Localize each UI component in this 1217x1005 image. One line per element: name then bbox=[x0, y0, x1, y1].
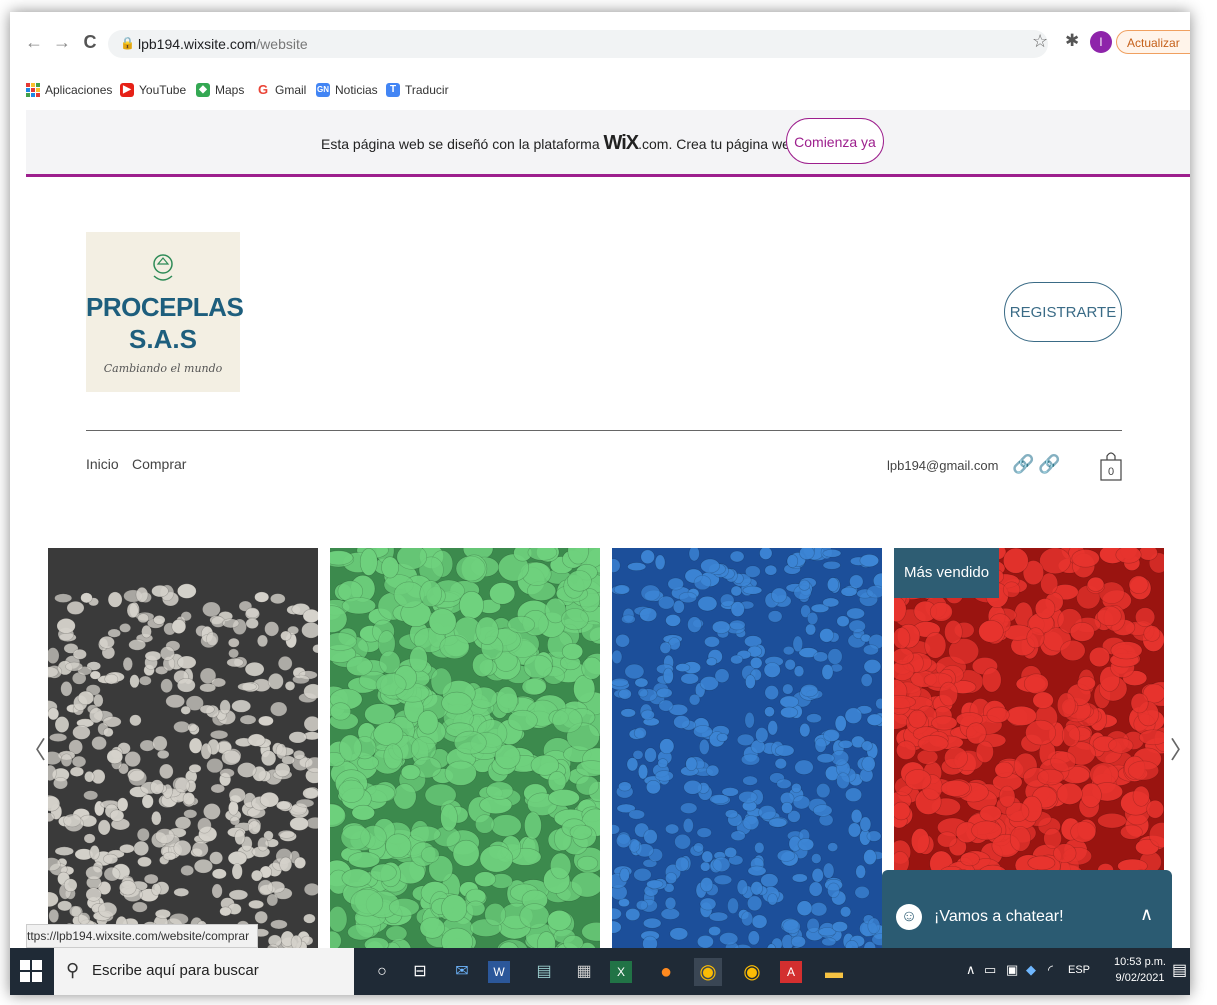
chevron-up-icon[interactable]: ∧ bbox=[1140, 904, 1153, 925]
bookmark-traducir[interactable]: T Traducir bbox=[386, 80, 449, 100]
maps-pin-icon: ◆ bbox=[196, 83, 210, 97]
forward-icon[interactable]: → bbox=[52, 32, 72, 52]
wix-logo: WiX bbox=[603, 132, 640, 154]
bookmark-label: YouTube bbox=[139, 83, 187, 97]
wix-banner: Esta página web se diseñó con la platafo… bbox=[26, 110, 1190, 177]
product-image-green-pellets bbox=[330, 548, 600, 958]
chat-widget[interactable]: ☺ ¡Vamos a chatear! ∧ bbox=[882, 870, 1172, 956]
google-g-icon: G bbox=[256, 82, 270, 97]
url-text: lpb194.wixsite.com/website bbox=[138, 36, 308, 52]
search-placeholder: Escribe aquí para buscar bbox=[92, 962, 259, 979]
browser-toolbar: ← → C 🔒 lpb194.wixsite.com/website ☆ ✱ l… bbox=[10, 12, 1190, 74]
bookmark-noticias[interactable]: GN Noticias bbox=[316, 80, 378, 100]
chat-label: ¡Vamos a chatear! bbox=[934, 908, 1064, 925]
bookmark-star-icon[interactable]: ☆ bbox=[1032, 31, 1048, 52]
file-explorer-icon[interactable]: ▬ bbox=[820, 958, 848, 986]
logo-tagline: Cambiando el mundo bbox=[103, 362, 223, 375]
windows-start-icon[interactable] bbox=[20, 960, 42, 982]
bookmark-label: Gmail bbox=[275, 83, 307, 97]
header-divider bbox=[86, 430, 1122, 431]
carousel-prev-arrow[interactable]: 〈 bbox=[22, 730, 46, 765]
link-icon[interactable]: 🔗 bbox=[1038, 454, 1060, 475]
carousel-next-arrow[interactable]: 〉 bbox=[1170, 730, 1190, 765]
bookmark-gmail[interactable]: G Gmail bbox=[256, 80, 306, 100]
word-icon[interactable]: W bbox=[488, 961, 510, 983]
battery-icon[interactable]: ▭ bbox=[984, 962, 996, 978]
firefox-icon[interactable]: ● bbox=[652, 958, 680, 986]
calculator-icon[interactable]: ▦ bbox=[570, 958, 598, 986]
bookmark-maps[interactable]: ◆ Maps bbox=[196, 80, 244, 100]
product-card-white[interactable] bbox=[48, 548, 318, 958]
cart-bag-icon[interactable]: 0 bbox=[1100, 448, 1122, 482]
reload-icon[interactable]: C bbox=[80, 32, 100, 52]
clock-date: 9/02/2021 bbox=[1115, 972, 1165, 984]
bestseller-badge: Más vendido bbox=[894, 548, 1000, 598]
excel-icon[interactable]: X bbox=[610, 961, 632, 983]
chrome-icon[interactable]: ◉ bbox=[694, 958, 722, 986]
back-icon[interactable]: ← bbox=[24, 32, 44, 52]
update-button[interactable]: Actualizar bbox=[1116, 30, 1190, 54]
search-icon: ⚲ bbox=[66, 960, 80, 980]
notes-icon[interactable]: ▤ bbox=[530, 958, 558, 986]
wix-banner-text: Esta página web se diseñó con la platafo… bbox=[321, 132, 827, 154]
cortana-icon[interactable]: ○ bbox=[368, 958, 396, 986]
recycle-emblem-icon bbox=[153, 254, 173, 281]
youtube-icon: ▶ bbox=[120, 83, 134, 97]
product-card-green[interactable] bbox=[330, 548, 600, 958]
link-icon[interactable]: 🔗 bbox=[1012, 454, 1034, 475]
taskbar-search[interactable]: ⚲ Escribe aquí para buscar bbox=[54, 948, 354, 995]
bookmarks-bar: Aplicaciones ▶ YouTube ◆ Maps G Gmail GN… bbox=[10, 74, 1190, 106]
clock-time: 10:53 p.m. bbox=[1114, 956, 1166, 968]
apps-grid-icon bbox=[26, 83, 40, 97]
mail-icon[interactable]: ✉ bbox=[448, 958, 476, 986]
menu-item-comprar[interactable]: Comprar bbox=[132, 456, 186, 472]
status-bar-url: ttps://lpb194.wixsite.com/website/compra… bbox=[26, 924, 259, 948]
product-image-blue-pellets bbox=[612, 548, 882, 958]
chrome-profile-icon[interactable]: ◉ bbox=[738, 958, 766, 986]
windows-taskbar: ⚲ Escribe aquí para buscar ○ ⊟ ✉ W ▤ ▦ X… bbox=[10, 948, 1190, 995]
extensions-puzzle-icon[interactable]: ✱ bbox=[1065, 31, 1079, 51]
bookmark-label: Aplicaciones bbox=[45, 83, 113, 97]
notification-icon[interactable]: ▤ bbox=[1172, 960, 1187, 980]
system-clock[interactable]: 10:53 p.m. 9/02/2021 bbox=[1110, 954, 1170, 986]
logo-suffix: S.A.S bbox=[129, 324, 197, 354]
news-icon: GN bbox=[316, 83, 330, 97]
smiley-icon: ☺ bbox=[896, 904, 922, 930]
register-button[interactable]: REGISTRARTE bbox=[1004, 282, 1122, 342]
product-image-white-pellets bbox=[48, 548, 318, 958]
tray-chevron-icon[interactable]: ∧ bbox=[966, 962, 976, 978]
start-now-button[interactable]: Comienza ya bbox=[786, 118, 884, 164]
lock-icon: 🔒 bbox=[120, 36, 135, 50]
contact-email[interactable]: lpb194@gmail.com bbox=[887, 458, 998, 473]
screenshot-frame: ← → C 🔒 lpb194.wixsite.com/website ☆ ✱ l… bbox=[10, 12, 1190, 995]
bookmark-label: Maps bbox=[215, 83, 245, 97]
task-view-icon[interactable]: ⊟ bbox=[406, 958, 434, 986]
address-bar[interactable]: 🔒 lpb194.wixsite.com/website bbox=[108, 30, 1048, 58]
security-icon[interactable]: ◆ bbox=[1026, 962, 1036, 978]
logo-name: PROCEPLAS bbox=[86, 292, 244, 322]
network-icon[interactable]: ▣ bbox=[1006, 962, 1018, 978]
bookmark-label: Traducir bbox=[405, 83, 449, 97]
wifi-icon[interactable]: ◜ bbox=[1048, 962, 1053, 978]
translate-icon: T bbox=[386, 83, 400, 97]
bookmark-youtube[interactable]: ▶ YouTube bbox=[120, 80, 186, 100]
input-language[interactable]: ESP bbox=[1068, 964, 1090, 976]
menu-item-inicio[interactable]: Inicio bbox=[86, 456, 119, 472]
profile-avatar[interactable]: l bbox=[1090, 31, 1112, 53]
acrobat-icon[interactable]: A bbox=[780, 961, 802, 983]
bookmark-label: Noticias bbox=[335, 83, 378, 97]
bookmark-apps[interactable]: Aplicaciones bbox=[26, 80, 112, 100]
site-logo[interactable]: PROCEPLAS S.A.S Cambiando el mundo bbox=[86, 232, 244, 392]
product-card-blue[interactable] bbox=[612, 548, 882, 958]
cart-count: 0 bbox=[1108, 466, 1114, 478]
